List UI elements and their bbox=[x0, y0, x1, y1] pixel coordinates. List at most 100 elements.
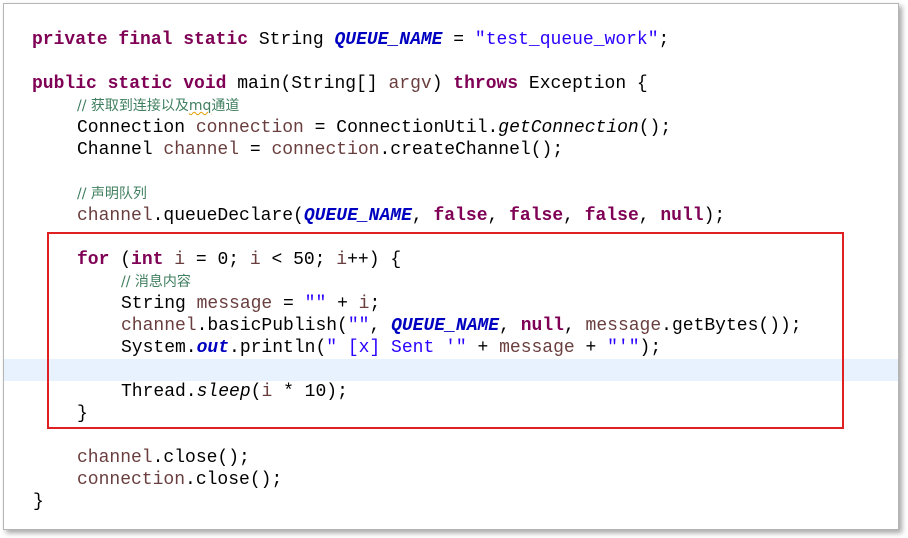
variable: i bbox=[249, 250, 261, 270]
code-text: Exception { bbox=[518, 74, 648, 94]
comment: // 获取到连接以及 bbox=[77, 98, 189, 114]
parameter: argv bbox=[388, 74, 432, 94]
code-text: ++) { bbox=[347, 250, 402, 270]
code-text: Thread. bbox=[121, 382, 197, 402]
code-text: ( bbox=[250, 382, 262, 402]
variable: connection bbox=[77, 470, 186, 490]
code-line-16[interactable]: connection.close(); bbox=[4, 469, 898, 491]
code-text: = bbox=[239, 140, 272, 160]
code-text: (); bbox=[638, 118, 672, 138]
code-text: .close(); bbox=[185, 470, 283, 490]
code-line-8[interactable]: for (int i = 0; i < 50; i++) { bbox=[4, 249, 898, 271]
code-line-15[interactable]: channel.close(); bbox=[4, 447, 898, 469]
code-text: = bbox=[272, 294, 305, 314]
code-text: main(String[] bbox=[226, 74, 389, 94]
code-text: .queueDeclare( bbox=[152, 206, 304, 226]
static-method: sleep bbox=[196, 382, 251, 402]
keyword: for bbox=[77, 250, 110, 270]
code-line-9[interactable]: // 消息内容 bbox=[4, 271, 898, 293]
comment: // 声明队列 bbox=[77, 186, 147, 202]
code-text: = ConnectionUtil. bbox=[303, 118, 499, 138]
variable: message bbox=[585, 316, 662, 336]
code-line-17[interactable]: } bbox=[4, 491, 898, 513]
variable: i bbox=[358, 294, 370, 314]
keyword: null bbox=[520, 316, 564, 336]
code-text: = bbox=[442, 30, 475, 50]
code-line-10[interactable]: String message = "" + i; bbox=[4, 293, 898, 315]
code-line-4[interactable]: Connection connection = ConnectionUtil.g… bbox=[4, 117, 898, 139]
keyword: false bbox=[433, 206, 488, 226]
keyword: false bbox=[509, 206, 564, 226]
code-editor[interactable]: private final static String QUEUE_NAME =… bbox=[4, 4, 898, 529]
static-field: QUEUE_NAME bbox=[303, 206, 412, 226]
static-field: out bbox=[196, 338, 230, 358]
code-line-1[interactable]: private final static String QUEUE_NAME =… bbox=[4, 29, 898, 51]
variable: i bbox=[336, 250, 348, 270]
code-text: , bbox=[499, 316, 521, 336]
string-literal: " [x] Sent '" bbox=[326, 338, 467, 358]
string-literal: "" bbox=[304, 294, 327, 314]
code-text: , bbox=[487, 206, 510, 226]
code-text: ); bbox=[639, 338, 662, 358]
comment: 通道 bbox=[211, 98, 240, 114]
variable: message bbox=[499, 338, 575, 358]
code-text: Connection bbox=[77, 118, 196, 138]
code-text: < 50; bbox=[260, 250, 337, 270]
code-text: , bbox=[563, 316, 586, 336]
code-text: .getBytes()); bbox=[661, 316, 802, 336]
keyword: false bbox=[584, 206, 639, 226]
variable: channel bbox=[121, 316, 197, 336]
code-text: Channel bbox=[77, 140, 164, 160]
code-text: + bbox=[574, 338, 608, 358]
code-line-6[interactable]: // 声明队列 bbox=[4, 183, 898, 205]
code-line-7[interactable]: channel.queueDeclare(QUEUE_NAME, false, … bbox=[4, 205, 898, 227]
variable: message bbox=[196, 294, 273, 314]
variable: channel bbox=[77, 448, 153, 468]
code-line-13[interactable]: Thread.sleep(i * 10); bbox=[4, 381, 898, 403]
comment-squiggle: mq bbox=[188, 98, 212, 114]
comment: // 消息内容 bbox=[121, 274, 191, 290]
current-line[interactable] bbox=[4, 359, 898, 381]
code-text: ); bbox=[703, 206, 726, 226]
code-text: , bbox=[638, 206, 661, 226]
keyword: public static void bbox=[32, 74, 227, 94]
variable: connection bbox=[195, 118, 304, 138]
static-field: QUEUE_NAME bbox=[391, 316, 500, 336]
code-editor-window: private final static String QUEUE_NAME =… bbox=[3, 3, 899, 530]
static-method: getConnection bbox=[498, 118, 639, 138]
code-text: + bbox=[466, 338, 500, 358]
variable: connection bbox=[271, 140, 380, 160]
code-text: = 0; bbox=[185, 250, 250, 270]
code-text: .basicPublish( bbox=[196, 316, 348, 336]
code-text: , bbox=[411, 206, 434, 226]
code-line-14[interactable]: } bbox=[4, 403, 898, 425]
code-text: , bbox=[369, 316, 392, 336]
variable: i bbox=[261, 382, 273, 402]
code-text: , bbox=[563, 206, 585, 226]
keyword: private final static bbox=[32, 30, 249, 50]
code-text: String bbox=[248, 30, 335, 50]
code-text: System. bbox=[121, 338, 197, 358]
code-line-2[interactable]: public static void main(String[] argv) t… bbox=[4, 73, 898, 95]
code-text: .close(); bbox=[152, 448, 250, 468]
code-line-12[interactable]: System.out.println(" [x] Sent '" + messa… bbox=[4, 337, 898, 359]
code-text: } bbox=[77, 404, 88, 424]
code-text: .createChannel(); bbox=[379, 140, 564, 160]
keyword: int bbox=[131, 250, 164, 270]
code-text: String bbox=[121, 294, 197, 314]
variable: channel bbox=[77, 206, 153, 226]
keyword: throws bbox=[453, 74, 519, 94]
code-text: ) bbox=[431, 74, 454, 94]
code-text: * 10); bbox=[272, 382, 348, 402]
string-literal: "test_queue_work" bbox=[474, 30, 659, 50]
code-text: } bbox=[33, 492, 44, 512]
code-line-3[interactable]: // 获取到连接以及mq通道 bbox=[4, 95, 898, 117]
variable: i bbox=[174, 250, 186, 270]
string-literal: "'" bbox=[607, 338, 640, 358]
code-line-11[interactable]: channel.basicPublish("", QUEUE_NAME, nul… bbox=[4, 315, 898, 337]
code-text: ( bbox=[109, 250, 132, 270]
code-text: ; bbox=[369, 294, 381, 314]
code-line-5[interactable]: Channel channel = connection.createChann… bbox=[4, 139, 898, 161]
code-text: .println( bbox=[229, 338, 327, 358]
